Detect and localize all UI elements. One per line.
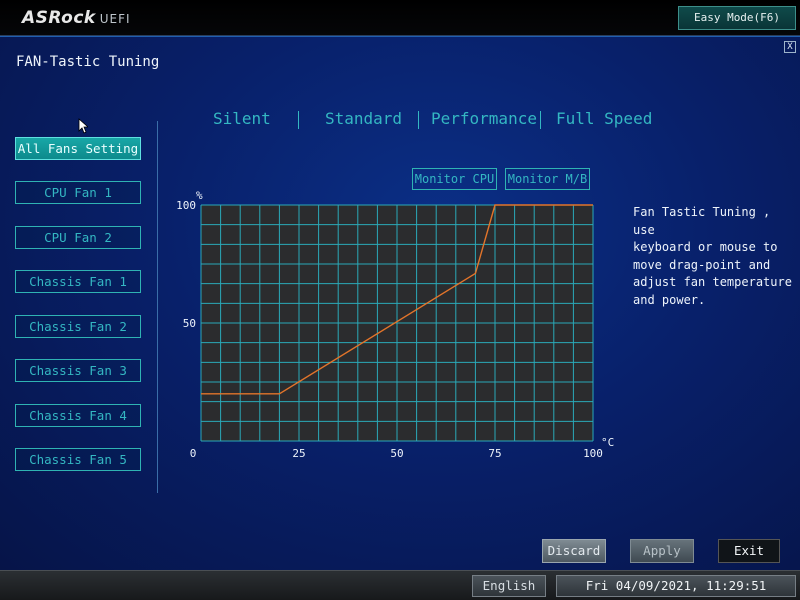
x-tick-label: 75: [488, 447, 501, 460]
datetime-display: Fri 04/09/2021, 11:29:51: [556, 575, 796, 597]
language-button[interactable]: English: [472, 575, 546, 597]
x-tick-label: 25: [292, 447, 305, 460]
y-tick-label: 50: [183, 317, 196, 330]
exit-button[interactable]: Exit: [718, 539, 780, 563]
y-tick-label: 100: [176, 199, 196, 212]
mouse-cursor-icon: [78, 118, 88, 134]
logo-suffix: UEFI: [99, 12, 131, 26]
x-axis-unit-label: °C: [601, 436, 614, 449]
status-bar: English Fri 04/09/2021, 11:29:51: [0, 570, 800, 600]
main-panel: FAN-Tastic Tuning X All Fans Setting CPU …: [0, 36, 800, 570]
logo-brand: ASRock: [22, 8, 96, 28]
help-text: Fan Tastic Tuning , use keyboard or mous…: [633, 205, 792, 307]
x-tick-label: 0: [190, 447, 197, 460]
top-bar: ASRock UEFI Easy Mode(F6): [0, 0, 800, 36]
discard-button[interactable]: Discard: [542, 539, 606, 563]
easy-mode-button[interactable]: Easy Mode(F6): [678, 6, 796, 30]
y-axis-unit-label: %: [196, 189, 203, 202]
apply-button[interactable]: Apply: [630, 539, 694, 563]
x-tick-label: 100: [583, 447, 603, 460]
x-tick-label: 50: [390, 447, 403, 460]
asrock-logo: ASRock UEFI: [22, 8, 131, 28]
